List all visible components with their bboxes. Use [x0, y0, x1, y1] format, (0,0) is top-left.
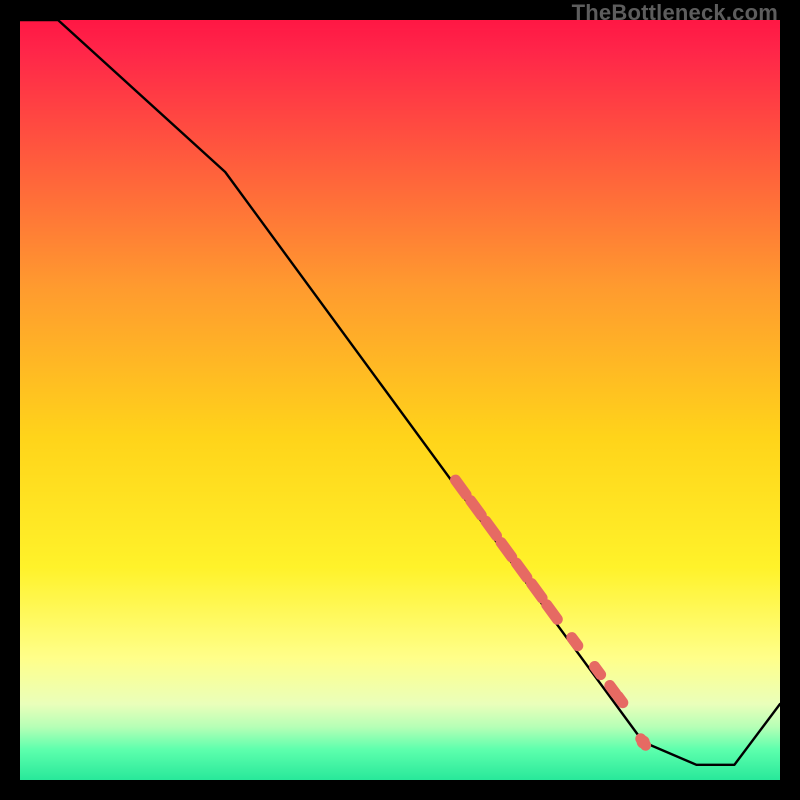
bottleneck-curve-chart [20, 20, 780, 780]
highlight-marker [595, 667, 601, 675]
highlight-end-dot [637, 736, 650, 749]
gradient-background [20, 20, 780, 780]
chart-frame: TheBottleneck.com [0, 0, 800, 800]
highlight-marker [572, 638, 578, 646]
plot-area [20, 20, 780, 780]
highlight-marker [618, 696, 623, 703]
